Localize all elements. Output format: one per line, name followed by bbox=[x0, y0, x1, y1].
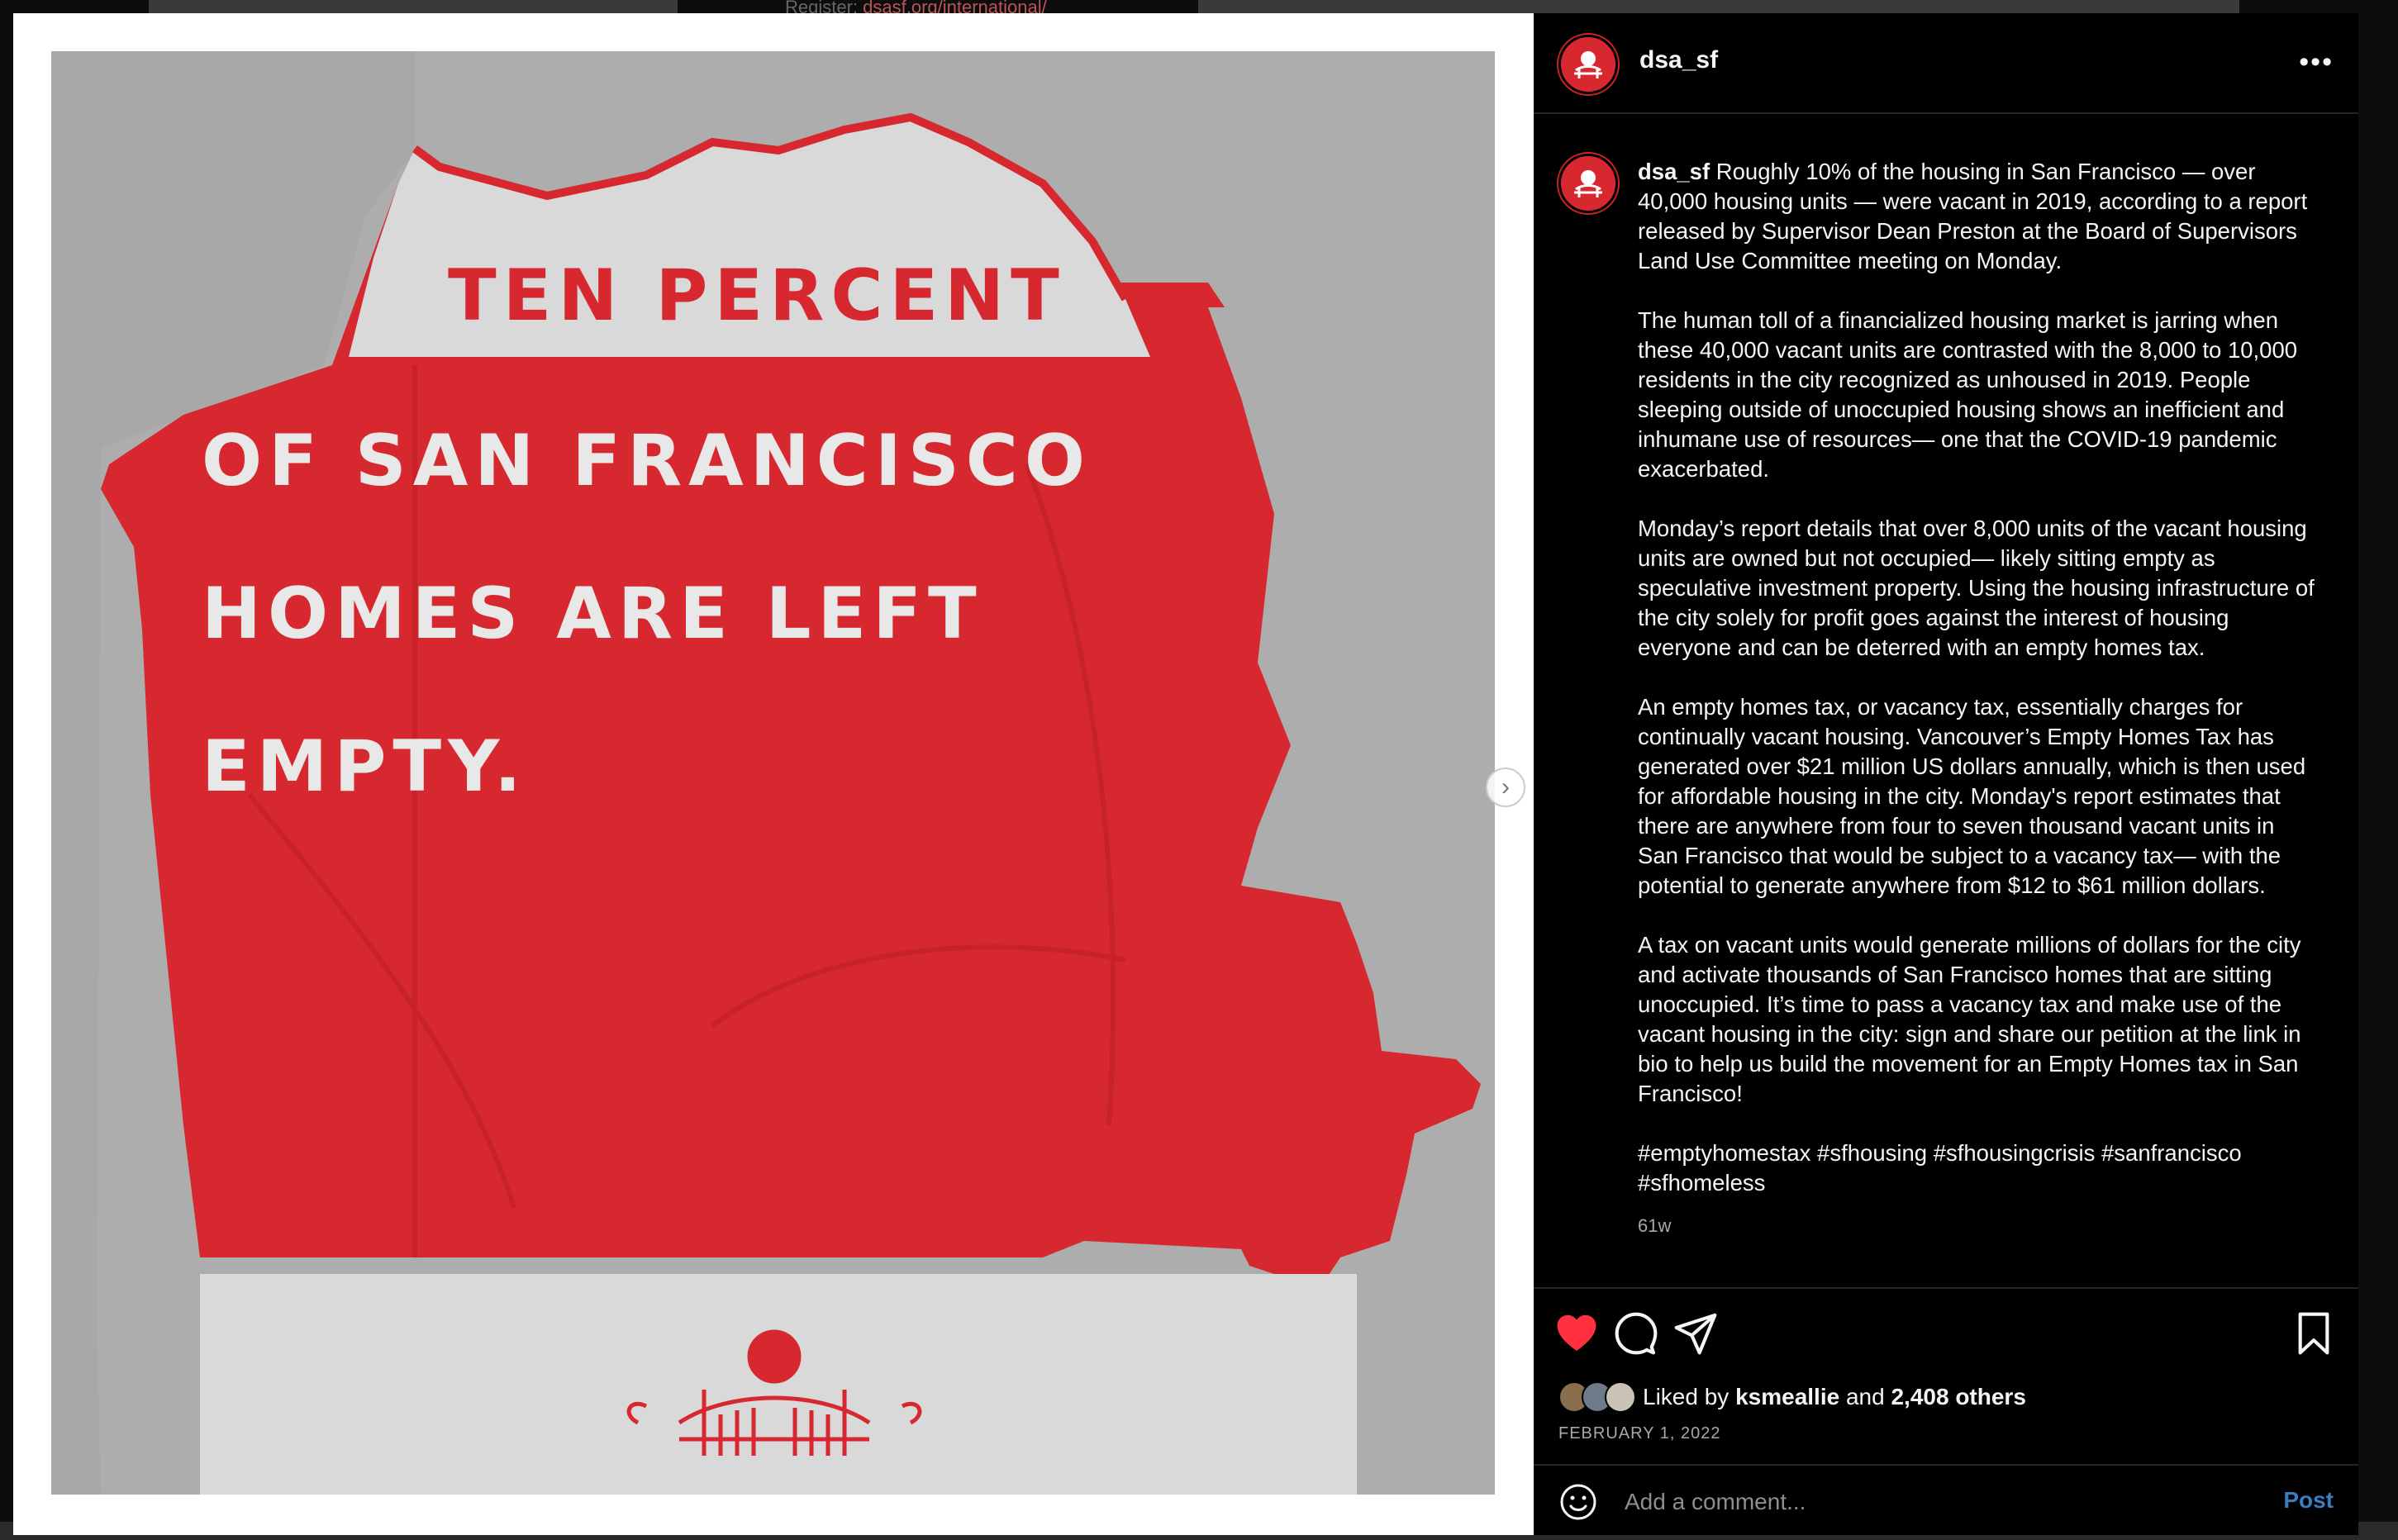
caption-paragraph: An empty homes tax, or vacancy tax, esse… bbox=[1638, 694, 2306, 898]
map-lower-light bbox=[200, 1274, 1357, 1495]
author-username[interactable]: dsa_sf bbox=[1639, 46, 1718, 74]
headline-line-3: HOMES ARE LEFT bbox=[202, 573, 983, 655]
author-avatar[interactable] bbox=[1558, 35, 1618, 94]
rose-logo-icon bbox=[1574, 51, 1602, 78]
sf-map-graphic: TEN PERCENT OF SAN FRANCISCO HOMES ARE L… bbox=[51, 51, 1495, 1495]
post-date: FEBRUARY 1, 2022 bbox=[1558, 1424, 1721, 1443]
first-liker[interactable]: ksmeallie bbox=[1735, 1384, 1839, 1410]
post-comment-button[interactable]: Post bbox=[2283, 1487, 2334, 1514]
caption-paragraph: Monday’s report details that over 8,000 … bbox=[1638, 516, 2315, 660]
post-media: TEN PERCENT OF SAN FRANCISCO HOMES ARE L… bbox=[13, 13, 1534, 1535]
more-options-icon[interactable]: ••• bbox=[2299, 46, 2334, 78]
headline-line-1: TEN PERCENT bbox=[448, 254, 1066, 337]
likes-prefix: Liked by bbox=[1643, 1384, 1730, 1409]
likes-count[interactable]: 2,408 others bbox=[1891, 1384, 2025, 1410]
caption-paragraph: dsa_sf Roughly 10% of the housing in San… bbox=[1638, 157, 2315, 276]
caption-paragraph: The human toll of a financialized housin… bbox=[1638, 307, 2298, 482]
caption-username[interactable]: dsa_sf bbox=[1638, 159, 1710, 184]
avatar bbox=[1605, 1381, 1636, 1413]
caption-author-avatar[interactable] bbox=[1558, 154, 1618, 213]
post-modal: TEN PERCENT OF SAN FRANCISCO HOMES ARE L… bbox=[13, 13, 2358, 1535]
heart-icon[interactable] bbox=[1553, 1310, 1600, 1357]
post-header: dsa_sf ••• bbox=[1534, 13, 2358, 114]
post-actions: Liked by ksmeallie and 2,408 others FEBR… bbox=[1534, 1287, 2358, 1464]
paper-plane-icon[interactable] bbox=[1672, 1310, 1719, 1357]
rose-logo-icon bbox=[1574, 170, 1602, 197]
likes-summary[interactable]: Liked by ksmeallie and 2,408 others bbox=[1558, 1381, 2026, 1413]
headline-line-2: OF SAN FRANCISCO bbox=[202, 420, 1092, 502]
caption-paragraph: A tax on vacant units would generate mil… bbox=[1638, 932, 2301, 1106]
liker-avatars bbox=[1558, 1381, 1636, 1413]
post-image[interactable]: TEN PERCENT OF SAN FRANCISCO HOMES ARE L… bbox=[51, 51, 1495, 1495]
post-caption: dsa_sf Roughly 10% of the housing in San… bbox=[1638, 157, 2315, 1241]
comment-bar: Post bbox=[1534, 1464, 2358, 1537]
caption-scroll-area[interactable]: dsa_sf Roughly 10% of the housing in San… bbox=[1534, 114, 2358, 1286]
comment-input[interactable] bbox=[1623, 1481, 2205, 1523]
caption-age: 61w bbox=[1638, 1215, 1672, 1236]
post-details-panel: dsa_sf ••• dsa_sf Roughly 10% of the hou… bbox=[1534, 13, 2358, 1535]
bookmark-icon[interactable] bbox=[2291, 1310, 2337, 1357]
comment-icon[interactable] bbox=[1613, 1310, 1659, 1357]
chevron-right-icon: › bbox=[1501, 773, 1510, 801]
headline-line-4: EMPTY. bbox=[202, 725, 528, 808]
smiley-icon[interactable] bbox=[1558, 1482, 1598, 1522]
caption-hashtags[interactable]: #emptyhomestax #sfhousing #sfhousingcris… bbox=[1638, 1138, 2315, 1198]
likes-conjunction: and bbox=[1845, 1384, 1885, 1409]
next-image-button[interactable]: › bbox=[1486, 768, 1525, 807]
caption-paragraph-text: Roughly 10% of the housing in San Franci… bbox=[1638, 159, 2308, 273]
